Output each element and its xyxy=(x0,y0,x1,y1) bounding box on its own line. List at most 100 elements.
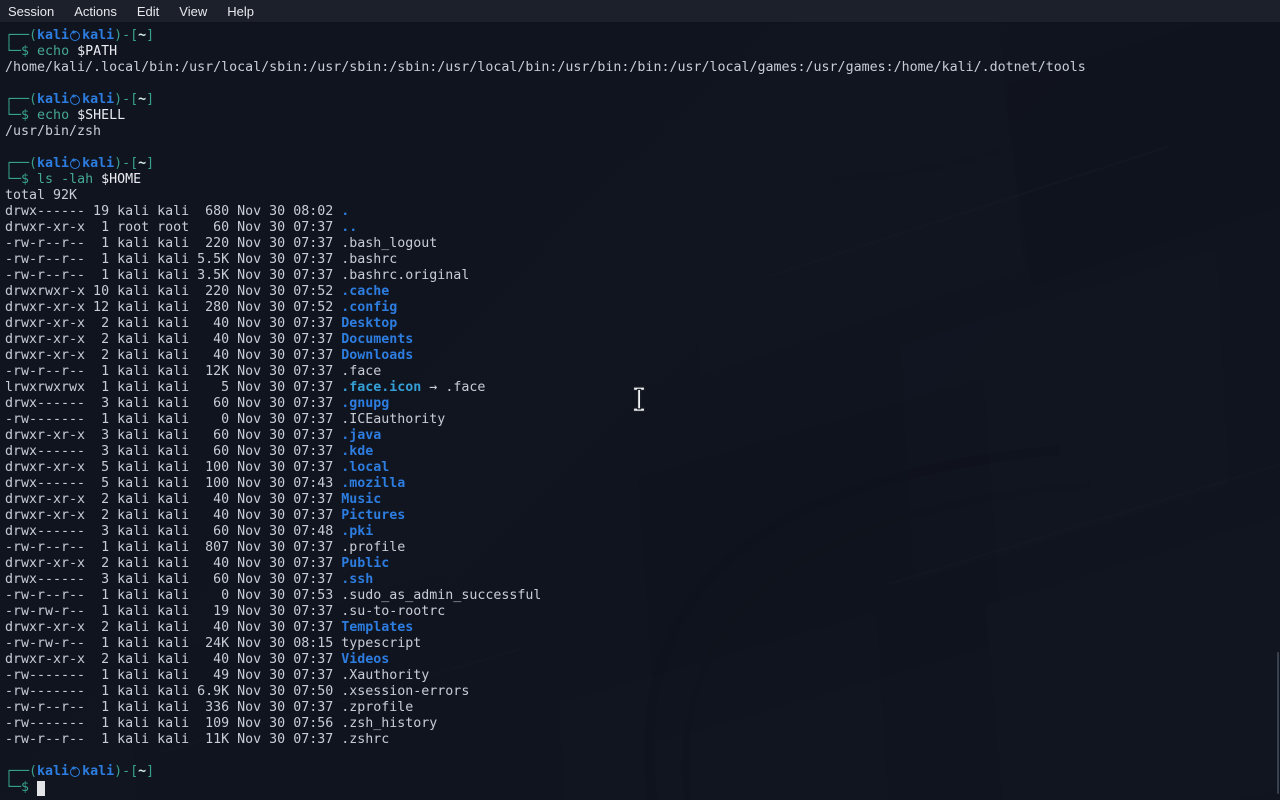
ls-row: -rw-rw-r-- 1 kali kali 19 Nov 30 07:37 .… xyxy=(5,604,1280,620)
prompt-host: kali xyxy=(82,92,114,107)
kali-at-icon xyxy=(70,767,80,777)
prompt-host: kali xyxy=(82,156,114,171)
ls-row: drwx------ 19 kali kali 680 Nov 30 08:02… xyxy=(5,204,1280,220)
typed-command: ls -lah xyxy=(37,172,93,187)
prompt-line-top: ┌──(kalikali)-[~] xyxy=(5,92,1280,108)
ls-row: lrwxrwxrwx 1 kali kali 5 Nov 30 07:37 .f… xyxy=(5,380,1280,396)
ls-row: -rw-r--r-- 1 kali kali 0 Nov 30 07:53 .s… xyxy=(5,588,1280,604)
ls-row: -rw-r--r-- 1 kali kali 12K Nov 30 07:37 … xyxy=(5,364,1280,380)
ls-row: drwxr-xr-x 2 kali kali 40 Nov 30 07:37 D… xyxy=(5,348,1280,364)
ls-filename: Videos xyxy=(341,652,389,667)
ls-filename: .pki xyxy=(341,524,373,539)
menu-item-edit[interactable]: Edit xyxy=(127,2,169,21)
ls-row: -rw------- 1 kali kali 109 Nov 30 07:56 … xyxy=(5,716,1280,732)
typed-command: echo xyxy=(37,108,69,123)
kali-at-icon xyxy=(70,159,80,169)
kali-at-icon xyxy=(70,95,80,105)
command-output: /home/kali/.local/bin:/usr/local/sbin:/u… xyxy=(5,60,1280,76)
prompt-cwd: ~ xyxy=(138,28,146,43)
prompt-line-bottom: └─$ ls -lah $HOME xyxy=(5,172,1280,188)
ls-filename: Documents xyxy=(341,332,413,347)
ls-filename: .Xauthority xyxy=(341,668,429,683)
ls-total-line: total 92K xyxy=(5,188,1280,204)
prompt-line-bottom: └─$ xyxy=(5,780,1280,796)
prompt-line-top: ┌──(kalikali)-[~] xyxy=(5,156,1280,172)
prompt-user: kali xyxy=(37,764,69,779)
ls-row: -rw------- 1 kali kali 0 Nov 30 07:37 .I… xyxy=(5,412,1280,428)
ls-filename: .su-to-rootrc xyxy=(341,604,445,619)
prompt-host: kali xyxy=(82,28,114,43)
prompt-cwd: ~ xyxy=(138,156,146,171)
ls-filename: .face xyxy=(341,364,381,379)
ls-filename: .gnupg xyxy=(341,396,389,411)
prompt-user: kali xyxy=(37,156,69,171)
ls-row: -rw-r--r-- 1 kali kali 3.5K Nov 30 07:37… xyxy=(5,268,1280,284)
prompt-line-top: ┌──(kalikali)-[~] xyxy=(5,764,1280,780)
ls-filename: typescript xyxy=(341,636,421,651)
menu-item-session[interactable]: Session xyxy=(0,2,64,21)
prompt-cwd: ~ xyxy=(138,764,146,779)
ls-filename: .bash_logout xyxy=(341,236,437,251)
prompt-line-bottom: └─$ echo $PATH xyxy=(5,44,1280,60)
ls-filename: .zprofile xyxy=(341,700,413,715)
ls-filename: .zsh_history xyxy=(341,716,437,731)
text-cursor xyxy=(37,781,45,796)
ls-row: -rw------- 1 kali kali 49 Nov 30 07:37 .… xyxy=(5,668,1280,684)
ls-row: drwx------ 3 kali kali 60 Nov 30 07:37 .… xyxy=(5,444,1280,460)
ls-filename: .ICEauthority xyxy=(341,412,445,427)
ls-filename: .zshrc xyxy=(341,732,389,747)
ls-row: drwx------ 3 kali kali 60 Nov 30 07:37 .… xyxy=(5,572,1280,588)
menu-item-help[interactable]: Help xyxy=(217,2,264,21)
kali-at-icon xyxy=(70,31,80,41)
ls-row: drwx------ 3 kali kali 60 Nov 30 07:37 .… xyxy=(5,396,1280,412)
prompt-host: kali xyxy=(82,764,114,779)
ls-row: drwxr-xr-x 5 kali kali 100 Nov 30 07:37 … xyxy=(5,460,1280,476)
ls-filename: Public xyxy=(341,556,389,571)
ls-row: -rw-r--r-- 1 kali kali 220 Nov 30 07:37 … xyxy=(5,236,1280,252)
typed-command: echo xyxy=(37,44,69,59)
terminal-blank-line xyxy=(5,748,1280,764)
ls-row: drwxr-xr-x 2 kali kali 40 Nov 30 07:37 T… xyxy=(5,620,1280,636)
scrollbar[interactable] xyxy=(1277,652,1279,794)
ls-row: -rw-r--r-- 1 kali kali 807 Nov 30 07:37 … xyxy=(5,540,1280,556)
ls-filename: .sudo_as_admin_successful xyxy=(341,588,541,603)
ls-filename: .face.icon xyxy=(341,380,421,395)
ls-row: drwxrwxr-x 10 kali kali 220 Nov 30 07:52… xyxy=(5,284,1280,300)
ls-filename: .bashrc.original xyxy=(341,268,469,283)
ls-row: -rw-r--r-- 1 kali kali 11K Nov 30 07:37 … xyxy=(5,732,1280,748)
ls-row: drwxr-xr-x 12 kali kali 280 Nov 30 07:52… xyxy=(5,300,1280,316)
ls-row: drwxr-xr-x 2 kali kali 40 Nov 30 07:37 M… xyxy=(5,492,1280,508)
ls-filename: .. xyxy=(341,220,357,235)
ls-filename: Downloads xyxy=(341,348,413,363)
ls-row: drwxr-xr-x 2 kali kali 40 Nov 30 07:37 V… xyxy=(5,652,1280,668)
ls-row: drwx------ 5 kali kali 100 Nov 30 07:43 … xyxy=(5,476,1280,492)
prompt-line-bottom: └─$ echo $SHELL xyxy=(5,108,1280,124)
terminal-viewport[interactable]: ┌──(kalikali)-[~]└─$ echo $PATH/home/kal… xyxy=(0,23,1280,800)
ls-row: drwx------ 3 kali kali 60 Nov 30 07:48 .… xyxy=(5,524,1280,540)
ls-filename: .mozilla xyxy=(341,476,405,491)
ls-row: drwxr-xr-x 1 root root 60 Nov 30 07:37 .… xyxy=(5,220,1280,236)
ls-filename: .profile xyxy=(341,540,405,555)
command-output: /usr/bin/zsh xyxy=(5,124,1280,140)
ls-row: -rw-r--r-- 1 kali kali 5.5K Nov 30 07:37… xyxy=(5,252,1280,268)
ls-row: drwxr-xr-x 3 kali kali 60 Nov 30 07:37 .… xyxy=(5,428,1280,444)
ls-row: drwxr-xr-x 2 kali kali 40 Nov 30 07:37 P… xyxy=(5,508,1280,524)
prompt-user: kali xyxy=(37,28,69,43)
ls-filename: .local xyxy=(341,460,389,475)
ls-filename: Templates xyxy=(341,620,413,635)
prompt-user: kali xyxy=(37,92,69,107)
ls-filename: .kde xyxy=(341,444,373,459)
ls-filename: .ssh xyxy=(341,572,373,587)
menu-item-view[interactable]: View xyxy=(169,2,217,21)
ls-filename: .cache xyxy=(341,284,389,299)
ls-filename: Pictures xyxy=(341,508,405,523)
terminal-menubar: Session Actions Edit View Help xyxy=(0,0,1280,23)
menu-item-actions[interactable]: Actions xyxy=(64,2,127,21)
ls-row: -rw------- 1 kali kali 6.9K Nov 30 07:50… xyxy=(5,684,1280,700)
ls-filename: . xyxy=(341,204,349,219)
ls-filename: .java xyxy=(341,428,381,443)
ls-filename: .xsession-errors xyxy=(341,684,469,699)
ls-row: drwxr-xr-x 2 kali kali 40 Nov 30 07:37 P… xyxy=(5,556,1280,572)
terminal-blank-line xyxy=(5,140,1280,156)
ls-filename: Desktop xyxy=(341,316,397,331)
